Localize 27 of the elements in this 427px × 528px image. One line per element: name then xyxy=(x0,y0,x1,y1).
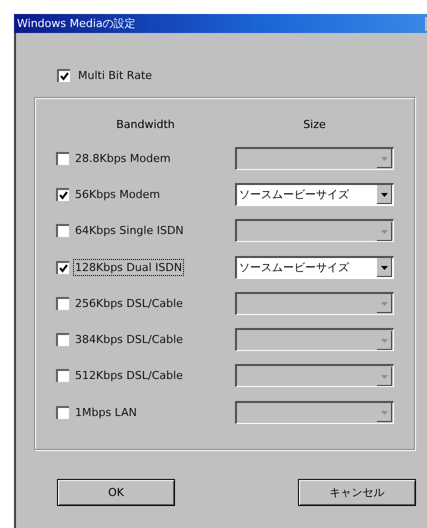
window-title: Windows Mediaの設定 xyxy=(17,16,136,31)
checkbox[interactable] xyxy=(56,406,69,419)
checkbox-label: 64Kbps Single ISDN xyxy=(74,223,185,238)
checkbox[interactable] xyxy=(56,369,69,382)
checkbox-label: 384Kbps DSL/Cable xyxy=(74,332,184,348)
checkbox-label: 56Kbps Modem xyxy=(74,186,162,202)
size-dropdown[interactable]: ソースムービーサイズ xyxy=(235,256,394,279)
dialog-button[interactable]: キャンセル xyxy=(298,479,416,506)
checkbox[interactable] xyxy=(56,296,69,310)
checkbox[interactable] xyxy=(56,260,69,274)
checkbox-label: 128Kbps Dual ISDN xyxy=(74,260,184,275)
column-header: Size xyxy=(302,118,327,133)
checkbox-label: Multi Bit Rate xyxy=(77,68,154,82)
column-header: Bandwidth xyxy=(115,118,176,133)
dialog-button[interactable]: OK xyxy=(57,479,175,506)
size-dropdown[interactable]: ソースムービーサイズ xyxy=(235,182,394,206)
checkbox[interactable] xyxy=(56,152,69,165)
checkbox[interactable] xyxy=(57,68,70,82)
checkbox[interactable] xyxy=(56,333,69,346)
checkbox-label: 512Kbps DSL/Cable xyxy=(74,368,184,384)
checkbox-label: 28.8Kbps Modem xyxy=(74,150,172,166)
dropdown-arrow-icon[interactable] xyxy=(377,258,392,278)
checkbox[interactable] xyxy=(56,224,69,238)
checkbox-label: 256Kbps DSL/Cable xyxy=(74,296,184,311)
dropdown-arrow-icon[interactable] xyxy=(377,185,392,204)
checkbox[interactable] xyxy=(56,188,69,201)
checkbox-label: 1Mbps LAN xyxy=(74,404,138,420)
